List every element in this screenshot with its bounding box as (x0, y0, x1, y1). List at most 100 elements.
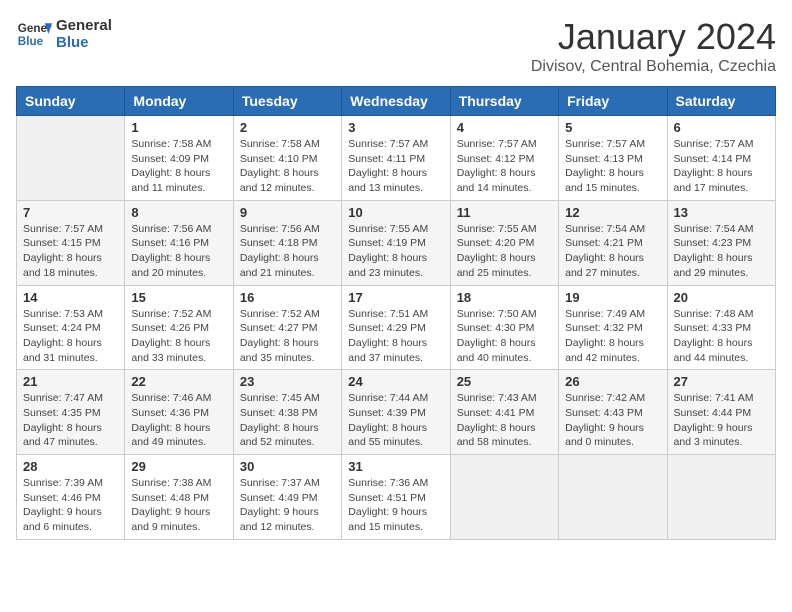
calendar-subtitle: Divisov, Central Bohemia, Czechia (531, 58, 776, 76)
day-number: 25 (457, 374, 552, 389)
day-info: Sunrise: 7:39 AMSunset: 4:46 PMDaylight:… (23, 476, 118, 535)
day-number: 24 (348, 374, 443, 389)
weekday-header-wednesday: Wednesday (342, 87, 450, 116)
calendar-title: January 2024 (531, 16, 776, 58)
day-number: 26 (565, 374, 660, 389)
calendar-cell: 30 Sunrise: 7:37 AMSunset: 4:49 PMDayligh… (233, 455, 341, 540)
calendar-cell: 10Sunrise: 7:55 AMSunset: 4:19 PMDayligh… (342, 200, 450, 285)
title-section: January 2024 Divisov, Central Bohemia, C… (531, 16, 776, 76)
week-row-2: 7 Sunrise: 7:57 AMSunset: 4:15 PMDaylight… (17, 200, 776, 285)
day-info: Sunrise: 7:55 AMSunset: 4:19 PMDaylight:… (348, 222, 443, 281)
day-number: 27 (674, 374, 769, 389)
calendar-cell: 29 Sunrise: 7:38 AMSunset: 4:48 PMDayligh… (125, 455, 233, 540)
day-info: Sunrise: 7:56 AMSunset: 4:16 PMDaylight:… (131, 222, 226, 281)
day-number: 18 (457, 290, 552, 305)
calendar-cell: 16 Sunrise: 7:52 AMSunset: 4:27 PMDayligh… (233, 285, 341, 370)
calendar-cell: 25 Sunrise: 7:43 AMSunset: 4:41 PMDayligh… (450, 370, 558, 455)
day-number: 4 (457, 120, 552, 135)
calendar-cell: 15 Sunrise: 7:52 AMSunset: 4:26 PMDayligh… (125, 285, 233, 370)
page-header: General Blue General Blue January 2024 D… (16, 16, 776, 76)
day-number: 1 (131, 120, 226, 135)
day-info: Sunrise: 7:54 AMSunset: 4:21 PMDaylight:… (565, 222, 660, 281)
calendar-cell: 8 Sunrise: 7:56 AMSunset: 4:16 PMDaylight… (125, 200, 233, 285)
calendar-cell (667, 455, 775, 540)
calendar-cell: 2 Sunrise: 7:58 AMSunset: 4:10 PMDaylight… (233, 116, 341, 201)
day-number: 7 (23, 205, 118, 220)
day-info: Sunrise: 7:36 AMSunset: 4:51 PMDaylight:… (348, 476, 443, 535)
day-info: Sunrise: 7:52 AMSunset: 4:26 PMDaylight:… (131, 307, 226, 366)
day-info: Sunrise: 7:51 AMSunset: 4:29 PMDaylight:… (348, 307, 443, 366)
calendar-cell (450, 455, 558, 540)
calendar-cell: 9Sunrise: 7:56 AMSunset: 4:18 PMDaylight… (233, 200, 341, 285)
week-row-1: 1 Sunrise: 7:58 AMSunset: 4:09 PMDaylight… (17, 116, 776, 201)
day-number: 20 (674, 290, 769, 305)
calendar-cell: 3Sunrise: 7:57 AMSunset: 4:11 PMDaylight… (342, 116, 450, 201)
day-info: Sunrise: 7:37 AMSunset: 4:49 PMDaylight:… (240, 476, 335, 535)
weekday-header-row: SundayMondayTuesdayWednesdayThursdayFrid… (17, 87, 776, 116)
calendar-cell: 5 Sunrise: 7:57 AMSunset: 4:13 PMDaylight… (559, 116, 667, 201)
day-number: 2 (240, 120, 335, 135)
weekday-header-thursday: Thursday (450, 87, 558, 116)
calendar-cell: 6 Sunrise: 7:57 AMSunset: 4:14 PMDaylight… (667, 116, 775, 201)
calendar-cell: 17 Sunrise: 7:51 AMSunset: 4:29 PMDayligh… (342, 285, 450, 370)
day-info: Sunrise: 7:47 AMSunset: 4:35 PMDaylight:… (23, 391, 118, 450)
day-info: Sunrise: 7:57 AMSunset: 4:15 PMDaylight:… (23, 222, 118, 281)
calendar-cell: 24Sunrise: 7:44 AMSunset: 4:39 PMDayligh… (342, 370, 450, 455)
calendar-cell (17, 116, 125, 201)
day-number: 5 (565, 120, 660, 135)
day-info: Sunrise: 7:49 AMSunset: 4:32 PMDaylight:… (565, 307, 660, 366)
day-info: Sunrise: 7:57 AMSunset: 4:14 PMDaylight:… (674, 137, 769, 196)
day-info: Sunrise: 7:58 AMSunset: 4:10 PMDaylight:… (240, 137, 335, 196)
day-number: 8 (131, 205, 226, 220)
day-number: 16 (240, 290, 335, 305)
calendar-cell: 21 Sunrise: 7:47 AMSunset: 4:35 PMDayligh… (17, 370, 125, 455)
calendar-cell: 22Sunrise: 7:46 AMSunset: 4:36 PMDayligh… (125, 370, 233, 455)
day-number: 14 (23, 290, 118, 305)
calendar-cell: 31Sunrise: 7:36 AMSunset: 4:51 PMDayligh… (342, 455, 450, 540)
day-info: Sunrise: 7:57 AMSunset: 4:13 PMDaylight:… (565, 137, 660, 196)
day-number: 19 (565, 290, 660, 305)
day-info: Sunrise: 7:41 AMSunset: 4:44 PMDaylight:… (674, 391, 769, 450)
logo-general: General (56, 17, 112, 34)
day-info: Sunrise: 7:53 AMSunset: 4:24 PMDaylight:… (23, 307, 118, 366)
calendar-cell (559, 455, 667, 540)
day-info: Sunrise: 7:43 AMSunset: 4:41 PMDaylight:… (457, 391, 552, 450)
calendar-cell: 27 Sunrise: 7:41 AMSunset: 4:44 PMDayligh… (667, 370, 775, 455)
weekday-header-friday: Friday (559, 87, 667, 116)
day-number: 17 (348, 290, 443, 305)
day-number: 12 (565, 205, 660, 220)
calendar-cell: 13Sunrise: 7:54 AMSunset: 4:23 PMDayligh… (667, 200, 775, 285)
weekday-header-tuesday: Tuesday (233, 87, 341, 116)
day-info: Sunrise: 7:45 AMSunset: 4:38 PMDaylight:… (240, 391, 335, 450)
week-row-5: 28Sunrise: 7:39 AMSunset: 4:46 PMDayligh… (17, 455, 776, 540)
day-info: Sunrise: 7:58 AMSunset: 4:09 PMDaylight:… (131, 137, 226, 196)
day-info: Sunrise: 7:54 AMSunset: 4:23 PMDaylight:… (674, 222, 769, 281)
day-info: Sunrise: 7:42 AMSunset: 4:43 PMDaylight:… (565, 391, 660, 450)
svg-text:Blue: Blue (18, 35, 44, 48)
day-number: 15 (131, 290, 226, 305)
calendar-cell: 28Sunrise: 7:39 AMSunset: 4:46 PMDayligh… (17, 455, 125, 540)
day-info: Sunrise: 7:38 AMSunset: 4:48 PMDaylight:… (131, 476, 226, 535)
day-number: 29 (131, 459, 226, 474)
calendar-cell: 19 Sunrise: 7:49 AMSunset: 4:32 PMDayligh… (559, 285, 667, 370)
day-number: 30 (240, 459, 335, 474)
weekday-header-monday: Monday (125, 87, 233, 116)
day-number: 23 (240, 374, 335, 389)
day-info: Sunrise: 7:52 AMSunset: 4:27 PMDaylight:… (240, 307, 335, 366)
week-row-3: 14 Sunrise: 7:53 AMSunset: 4:24 PMDayligh… (17, 285, 776, 370)
day-number: 3 (348, 120, 443, 135)
logo: General Blue General Blue (16, 16, 112, 52)
day-number: 21 (23, 374, 118, 389)
day-info: Sunrise: 7:56 AMSunset: 4:18 PMDaylight:… (240, 222, 335, 281)
logo-blue: Blue (56, 34, 112, 51)
day-number: 11 (457, 205, 552, 220)
calendar-cell: 20 Sunrise: 7:48 AMSunset: 4:33 PMDayligh… (667, 285, 775, 370)
day-number: 6 (674, 120, 769, 135)
weekday-header-sunday: Sunday (17, 87, 125, 116)
day-info: Sunrise: 7:50 AMSunset: 4:30 PMDaylight:… (457, 307, 552, 366)
weekday-header-saturday: Saturday (667, 87, 775, 116)
day-info: Sunrise: 7:55 AMSunset: 4:20 PMDaylight:… (457, 222, 552, 281)
calendar-cell: 23 Sunrise: 7:45 AMSunset: 4:38 PMDayligh… (233, 370, 341, 455)
day-info: Sunrise: 7:48 AMSunset: 4:33 PMDaylight:… (674, 307, 769, 366)
calendar-table: SundayMondayTuesdayWednesdayThursdayFrid… (16, 86, 776, 540)
